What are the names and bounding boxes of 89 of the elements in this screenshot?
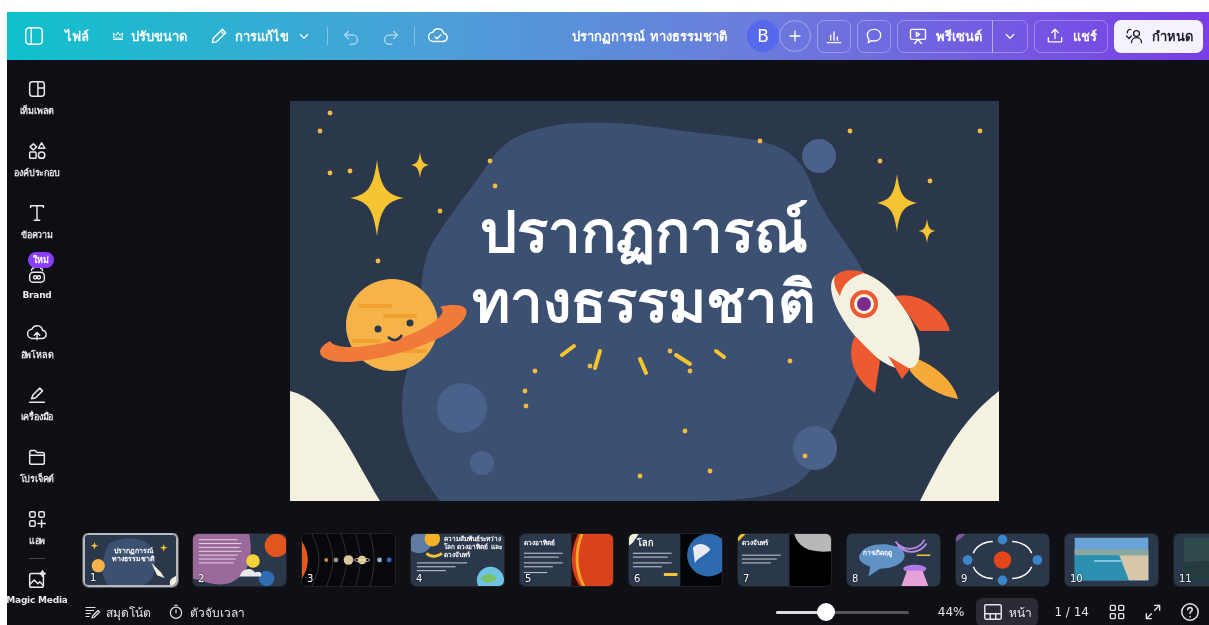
sidebar-toggle-icon: [23, 25, 45, 47]
sidebar-item[interactable]: เครื่องมือ: [7, 380, 67, 430]
star-dot: [487, 158, 492, 164]
image-sparkle-icon: [26, 569, 48, 591]
page-number: 5: [525, 573, 532, 584]
star-dot: [707, 468, 712, 474]
star-dot: [492, 183, 497, 189]
star-dot: [877, 158, 882, 164]
zoom-percentage: 44%: [937, 605, 965, 619]
star-dot: [327, 170, 332, 176]
sidebar-item[interactable]: เท็มเพลต: [7, 74, 67, 124]
timer-icon: [167, 603, 185, 621]
page-number: 10: [1070, 573, 1083, 584]
bubble-shape: [801, 139, 836, 173]
new-badge: ใหม่: [28, 252, 54, 268]
star-dot: [787, 358, 792, 364]
page-number: 6: [634, 573, 641, 584]
notes-button[interactable]: สมุดโน้ต: [81, 600, 153, 624]
timer-button[interactable]: ตัวจับเวลา: [165, 600, 247, 624]
star-dot: [667, 348, 672, 354]
insights-button[interactable]: [817, 19, 851, 53]
template-icon: [26, 78, 48, 100]
star-dot: [682, 428, 687, 434]
help-icon: [1179, 601, 1201, 623]
bubble-shape: [469, 451, 494, 475]
bubble-shape: [792, 426, 837, 470]
page-number: 8: [852, 573, 859, 584]
fullscreen-icon: [1143, 602, 1163, 622]
upload-icon: [1045, 26, 1065, 46]
page-thumbnail[interactable]: 9: [955, 533, 1050, 587]
people-icon: [1124, 26, 1144, 46]
star-dot: [587, 363, 592, 369]
star-dot: [532, 368, 537, 374]
page-number: 4: [416, 573, 423, 584]
present-button[interactable]: พรีเซนต์: [897, 19, 993, 53]
customize-button[interactable]: กำหนด: [1114, 19, 1203, 53]
page-layout-icon: [982, 601, 1005, 623]
star-icon: [349, 160, 404, 236]
comment-icon: [864, 26, 884, 46]
page-view-button[interactable]: หน้า: [976, 598, 1039, 625]
star-dot: [847, 128, 852, 134]
star-dot: [637, 473, 642, 479]
page-thumbnail[interactable]: 10: [1064, 533, 1159, 587]
star-dot: [523, 403, 528, 409]
star-dot: [327, 110, 332, 116]
page-number: 1: [90, 572, 97, 583]
sidebar-item[interactable]: Magic Media: [7, 565, 67, 611]
bubble-shape: [436, 383, 487, 433]
sidebar-item[interactable]: ใหม่ Brand: [7, 248, 67, 306]
page-number: 11: [1179, 573, 1192, 584]
page-thumbnail[interactable]: 3: [301, 533, 396, 587]
star-dot: [927, 178, 932, 184]
star-dot: [375, 258, 380, 264]
sidebar-item[interactable]: อัพโหลด: [7, 318, 67, 368]
star-dot: [522, 388, 527, 394]
comment-button[interactable]: [857, 19, 891, 53]
slider-thumb[interactable]: [816, 603, 835, 621]
sidebar-item[interactable]: องค์ประกอบ: [7, 136, 67, 186]
page-count: 1 / 14: [1054, 605, 1089, 619]
apps-icon: [26, 508, 48, 530]
crown-icon: [111, 29, 125, 43]
page-number: 9: [961, 573, 968, 584]
star-dot: [437, 208, 442, 214]
sidebar-item[interactable]: โปรเจ็คต์: [7, 442, 67, 492]
presentation-icon: [908, 26, 928, 46]
page-number: 3: [307, 573, 314, 584]
page-number: 7: [743, 573, 750, 584]
thumbnail-title: โลก: [637, 538, 653, 549]
sidebar-item[interactable]: ข้อความ: [7, 198, 67, 248]
share-button[interactable]: แชร์: [1034, 19, 1108, 53]
star-dot: [347, 168, 352, 174]
star-dot: [687, 368, 692, 374]
star-dot: [317, 128, 322, 134]
star-icon: [410, 152, 429, 178]
pencil-icon: [209, 26, 229, 46]
sidebar-item[interactable]: แอพ: [7, 504, 67, 554]
star-dot: [977, 128, 982, 134]
present-options-button[interactable]: [992, 19, 1028, 53]
slide-title-line: ปรากฏการณ์: [480, 197, 808, 267]
document-title: ปรากฏการณ์ ทางธรรมชาติ: [572, 27, 727, 46]
shapes-icon: [26, 140, 48, 162]
slide-title-line: ทางธรรมชาติ: [472, 267, 816, 337]
star-dot: [757, 138, 762, 144]
avatar: B: [747, 20, 779, 52]
star-dot: [802, 453, 807, 459]
grid-view-icon: [1107, 602, 1127, 622]
pen-icon: [26, 384, 48, 406]
page-thumbnail[interactable]: โลก 6: [628, 533, 723, 587]
page-thumbnail[interactable]: 11: [1173, 533, 1209, 587]
